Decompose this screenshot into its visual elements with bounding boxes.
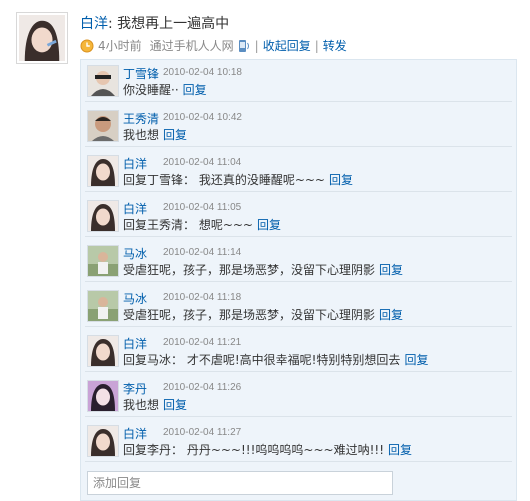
reply-avatar[interactable]: [87, 155, 119, 187]
status-headline: 白洋: 我想再上一遍高中: [80, 13, 229, 33]
avatar-photo: [88, 336, 118, 366]
reply-item: 白洋 2010-02-04 11:04 回复丁雪锋： 我还真的没睡醒呢~~~ 回复: [85, 152, 512, 192]
reply-time: 2010-02-04 11:14: [163, 247, 242, 258]
reply-author-name[interactable]: 白洋: [123, 155, 147, 172]
reply-list: 丁雪锋 2010-02-04 10:18 你没睡醒·· 回复 王秀清 2010-0…: [80, 59, 517, 501]
reply-text: 回复李丹： 丹丹~~~!!!呜呜呜呜~~~难过呐!!! 回复: [123, 441, 412, 458]
reply-avatar[interactable]: [87, 425, 119, 457]
reply-text-content: 回复丁雪锋： 我还真的没睡醒呢~~~: [123, 173, 325, 187]
reply-author-name[interactable]: 李丹: [123, 380, 147, 397]
reply-time: 2010-02-04 11:21: [163, 337, 242, 348]
reply-button[interactable]: 回复: [163, 398, 187, 412]
avatar-photo: [19, 15, 65, 61]
reply-time: 2010-02-04 10:42: [163, 112, 242, 123]
reply-item: 马冰 2010-02-04 11:18 受虐狂呢，孩子，那是场恶梦，没留下心理阴…: [85, 287, 512, 327]
reply-time: 2010-02-04 11:05: [163, 202, 242, 213]
avatar-photo: [88, 426, 118, 456]
reply-avatar[interactable]: [87, 200, 119, 232]
reply-text-content: 受虐狂呢，孩子，那是场恶梦，没留下心理阴影: [123, 263, 376, 277]
reply-button[interactable]: 回复: [183, 83, 207, 97]
share-link[interactable]: 转发: [323, 37, 347, 54]
reply-button[interactable]: 回复: [404, 353, 428, 367]
status-meta: 4小时前 通过手机人人网 | 收起回复 | 转发: [80, 37, 347, 54]
status-via: 通过手机人人网: [149, 39, 234, 53]
reply-item: 李丹 2010-02-04 11:26 我也想 回复: [85, 377, 512, 417]
reply-item: 白洋 2010-02-04 11:21 回复马冰： 才不虐呢!高中很幸福呢!特别…: [85, 332, 512, 372]
reply-author-name[interactable]: 王秀清: [123, 110, 159, 127]
reply-text-content: 你没睡醒··: [123, 83, 179, 97]
avatar-photo: [88, 201, 118, 231]
reply-avatar[interactable]: [87, 65, 119, 97]
collapse-replies-link[interactable]: 收起回复: [263, 37, 311, 54]
reply-author-name[interactable]: 白洋: [123, 335, 147, 352]
reply-item: 白洋 2010-02-04 11:27 回复李丹： 丹丹~~~!!!呜呜呜呜~~…: [85, 422, 512, 462]
reply-item: 白洋 2010-02-04 11:05 回复王秀清： 想呢~~~ 回复: [85, 197, 512, 237]
reply-text: 受虐狂呢，孩子，那是场恶梦，没留下心理阴影 回复: [123, 306, 403, 323]
add-reply-input[interactable]: [87, 471, 393, 495]
reply-button[interactable]: 回复: [388, 443, 412, 457]
reply-author-name[interactable]: 丁雪锋: [123, 65, 159, 82]
avatar-photo: [88, 156, 118, 186]
reply-text: 我也想 回复: [123, 126, 187, 143]
reply-avatar[interactable]: [87, 110, 119, 142]
reply-text-content: 受虐狂呢，孩子，那是场恶梦，没留下心理阴影: [123, 308, 376, 322]
avatar-photo: [88, 381, 118, 411]
reply-text: 回复丁雪锋： 我还真的没睡醒呢~~~ 回复: [123, 171, 353, 188]
status-text: 我想再上一遍高中: [117, 16, 230, 32]
reply-text: 回复马冰： 才不虐呢!高中很幸福呢!特别特别想回去 回复: [123, 351, 428, 368]
phone-icon: [238, 39, 249, 52]
reply-author-name[interactable]: 马冰: [123, 290, 147, 307]
reply-time: 2010-02-04 11:27: [163, 427, 242, 438]
avatar-photo: [88, 111, 118, 141]
reply-button[interactable]: 回复: [257, 218, 281, 232]
reply-button[interactable]: 回复: [329, 173, 353, 187]
reply-avatar[interactable]: [87, 290, 119, 322]
reply-text: 受虐狂呢，孩子，那是场恶梦，没留下心理阴影 回复: [123, 261, 403, 278]
reply-text-content: 我也想: [123, 128, 160, 142]
reply-time: 2010-02-04 11:04: [163, 157, 242, 168]
avatar-photo: [88, 66, 118, 96]
clock-icon: [80, 39, 94, 52]
status-author-avatar[interactable]: [16, 12, 68, 64]
reply-text: 我也想 回复: [123, 396, 187, 413]
reply-time: 2010-02-04 10:18: [163, 67, 242, 78]
reply-button[interactable]: 回复: [163, 128, 187, 142]
reply-item: 丁雪锋 2010-02-04 10:18 你没睡醒·· 回复: [85, 62, 512, 102]
reply-text-content: 我也想: [123, 398, 160, 412]
reply-button[interactable]: 回复: [379, 308, 403, 322]
reply-item: 马冰 2010-02-04 11:14 受虐狂呢，孩子，那是场恶梦，没留下心理阴…: [85, 242, 512, 282]
reply-author-name[interactable]: 马冰: [123, 245, 147, 262]
reply-text-content: 回复马冰： 才不虐呢!高中很幸福呢!特别特别想回去: [123, 353, 401, 367]
meta-separator: |: [254, 38, 259, 53]
avatar-photo: [88, 246, 118, 276]
reply-author-name[interactable]: 白洋: [123, 200, 147, 217]
meta-separator: |: [314, 38, 319, 53]
reply-text: 你没睡醒·· 回复: [123, 81, 207, 98]
reply-time: 2010-02-04 11:26: [163, 382, 242, 393]
status-author-name[interactable]: 白洋: [80, 16, 108, 32]
reply-time: 2010-02-04 11:18: [163, 292, 242, 303]
reply-button[interactable]: 回复: [379, 263, 403, 277]
reply-text-content: 回复王秀清： 想呢~~~: [123, 218, 253, 232]
reply-avatar[interactable]: [87, 380, 119, 412]
reply-item: 王秀清 2010-02-04 10:42 我也想 回复: [85, 107, 512, 147]
avatar-photo: [88, 291, 118, 321]
reply-text-content: 回复李丹： 丹丹~~~!!!呜呜呜呜~~~难过呐!!!: [123, 443, 385, 457]
reply-text: 回复王秀清： 想呢~~~ 回复: [123, 216, 281, 233]
status-time: 4小时前: [98, 39, 142, 53]
reply-avatar[interactable]: [87, 245, 119, 277]
status-colon: :: [108, 16, 113, 32]
reply-author-name[interactable]: 白洋: [123, 425, 147, 442]
reply-avatar[interactable]: [87, 335, 119, 367]
